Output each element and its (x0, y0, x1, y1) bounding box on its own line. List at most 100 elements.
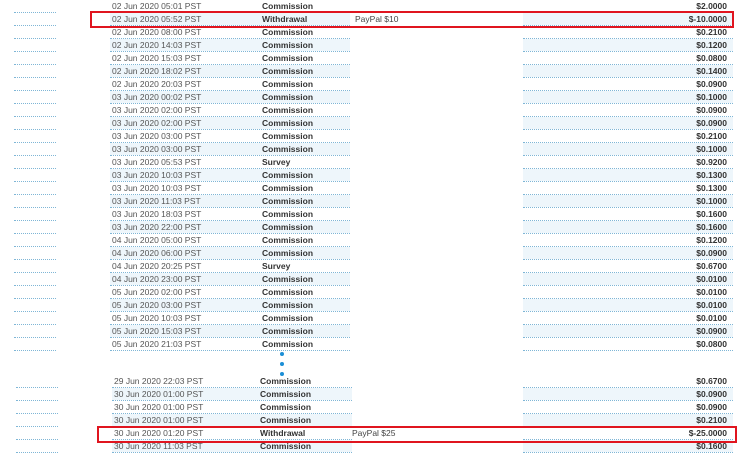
transaction-amount: $0.2100 (696, 131, 727, 141)
transaction-date: 03 Jun 2020 03:00 PST (112, 144, 202, 154)
transaction-date: 30 Jun 2020 01:00 PST (114, 402, 204, 412)
transaction-row: 03 Jun 2020 03:00 PST Commission $0.2100 (0, 130, 740, 143)
transaction-type: Commission (262, 118, 314, 128)
transaction-amount: $0.1000 (696, 92, 727, 102)
transaction-type: Commission (262, 209, 314, 219)
transaction-amount: $0.0900 (696, 105, 727, 115)
transaction-date: 04 Jun 2020 06:00 PST (112, 248, 202, 258)
transaction-type: Commission (262, 313, 314, 323)
transaction-type: Commission (262, 79, 314, 89)
transaction-date: 03 Jun 2020 10:03 PST (112, 183, 202, 193)
transaction-date: 04 Jun 2020 20:25 PST (112, 261, 202, 271)
transaction-amount: $0.0900 (696, 326, 727, 336)
transaction-row: 05 Jun 2020 10:03 PST Commission $0.0100 (0, 312, 740, 325)
transaction-amount: $0.0100 (696, 300, 727, 310)
transaction-type: Commission (262, 40, 314, 50)
transaction-type: Commission (262, 235, 314, 245)
transaction-row: 03 Jun 2020 00:02 PST Commission $0.1000 (0, 91, 740, 104)
transaction-date: 03 Jun 2020 03:00 PST (112, 131, 202, 141)
transaction-type: Commission (262, 196, 314, 206)
transaction-type: Commission (262, 53, 314, 63)
transaction-row: 03 Jun 2020 10:03 PST Commission $0.1300 (0, 182, 740, 195)
transaction-row: 04 Jun 2020 06:00 PST Commission $0.0900 (0, 247, 740, 260)
transaction-date: 03 Jun 2020 18:03 PST (112, 209, 202, 219)
transaction-date: 02 Jun 2020 20:03 PST (112, 79, 202, 89)
transaction-type: Commission (262, 287, 314, 297)
transaction-date: 02 Jun 2020 14:03 PST (112, 40, 202, 50)
transaction-amount: $0.9200 (696, 157, 727, 167)
withdrawal-highlight-bottom (97, 426, 737, 443)
transaction-row: 30 Jun 2020 01:00 PST Commission $0.0900 (0, 401, 740, 414)
transaction-date: 05 Jun 2020 21:03 PST (112, 339, 202, 349)
transaction-date: 03 Jun 2020 22:00 PST (112, 222, 202, 232)
transaction-row: 05 Jun 2020 03:00 PST Commission $0.0100 (0, 299, 740, 312)
transaction-row: 02 Jun 2020 20:03 PST Commission $0.0900 (0, 78, 740, 91)
transaction-row: 03 Jun 2020 11:03 PST Commission $0.1000 (0, 195, 740, 208)
transaction-type: Commission (262, 92, 314, 102)
transaction-type: Commission (260, 389, 312, 399)
ellipsis-dot (280, 352, 284, 356)
transaction-type: Commission (262, 326, 314, 336)
transaction-type: Commission (260, 402, 312, 412)
transaction-row: 03 Jun 2020 02:00 PST Commission $0.0900 (0, 117, 740, 130)
transaction-type: Commission (262, 300, 314, 310)
transaction-type: Commission (262, 274, 314, 284)
transaction-date: 05 Jun 2020 03:00 PST (112, 300, 202, 310)
transaction-row: 04 Jun 2020 23:00 PST Commission $0.0100 (0, 273, 740, 286)
transaction-date: 04 Jun 2020 05:00 PST (112, 235, 202, 245)
transaction-date: 03 Jun 2020 02:00 PST (112, 118, 202, 128)
transaction-amount: $0.0800 (696, 339, 727, 349)
transaction-amount: $0.0100 (696, 274, 727, 284)
transaction-type: Commission (262, 183, 314, 193)
transaction-row: 03 Jun 2020 03:00 PST Commission $0.1000 (0, 143, 740, 156)
transaction-date: 02 Jun 2020 18:02 PST (112, 66, 202, 76)
transaction-row: 29 Jun 2020 22:03 PST Commission $0.6700 (0, 375, 740, 388)
transaction-amount: $0.0900 (696, 118, 727, 128)
transaction-type: Commission (262, 170, 314, 180)
transaction-row: 30 Jun 2020 01:00 PST Commission $0.0900 (0, 388, 740, 401)
transaction-row: 03 Jun 2020 22:00 PST Commission $0.1600 (0, 221, 740, 234)
transaction-amount: $0.0900 (696, 389, 727, 399)
transaction-date: 03 Jun 2020 00:02 PST (112, 92, 202, 102)
ellipsis-dot (280, 362, 284, 366)
transaction-amount: $0.1000 (696, 196, 727, 206)
transaction-amount: $0.1000 (696, 144, 727, 154)
transaction-date: 03 Jun 2020 10:03 PST (112, 170, 202, 180)
transaction-amount: $0.6700 (696, 261, 727, 271)
transaction-amount: $0.1400 (696, 66, 727, 76)
transaction-amount: $0.6700 (696, 376, 727, 386)
transaction-row: 03 Jun 2020 10:03 PST Commission $0.1300 (0, 169, 740, 182)
transaction-row: 04 Jun 2020 20:25 PST Survey $0.6700 (0, 260, 740, 273)
transaction-row: 02 Jun 2020 14:03 PST Commission $0.1200 (0, 39, 740, 52)
transaction-amount: $0.1300 (696, 170, 727, 180)
transaction-type: Commission (262, 222, 314, 232)
transaction-date: 03 Jun 2020 11:03 PST (112, 196, 201, 206)
transaction-row: 04 Jun 2020 05:00 PST Commission $0.1200 (0, 234, 740, 247)
transaction-row: 05 Jun 2020 21:03 PST Commission $0.0800 (0, 338, 740, 351)
transaction-row: 03 Jun 2020 18:03 PST Commission $0.1600 (0, 208, 740, 221)
transaction-type: Survey (262, 261, 291, 271)
transaction-type: Survey (262, 157, 291, 167)
transaction-row: 05 Jun 2020 15:03 PST Commission $0.0900 (0, 325, 740, 338)
transaction-date: 05 Jun 2020 15:03 PST (112, 326, 202, 336)
transaction-type: Commission (262, 66, 314, 76)
transaction-amount: $0.1200 (696, 40, 727, 50)
transaction-date: 03 Jun 2020 02:00 PST (112, 105, 202, 115)
transaction-row: 05 Jun 2020 02:00 PST Commission $0.0100 (0, 286, 740, 299)
ellipsis-dot (280, 372, 284, 376)
transaction-type: Commission (262, 144, 314, 154)
transaction-amount: $0.0100 (696, 313, 727, 323)
transaction-date: 30 Jun 2020 01:00 PST (114, 389, 204, 399)
transaction-date: 03 Jun 2020 05:53 PST (112, 157, 202, 167)
transaction-row: 02 Jun 2020 18:02 PST Commission $0.1400 (0, 65, 740, 78)
transaction-type: Commission (262, 105, 314, 115)
transaction-type: Commission (262, 339, 314, 349)
transaction-date: 02 Jun 2020 15:03 PST (112, 53, 202, 63)
transaction-type: Commission (260, 376, 312, 386)
transaction-date: 04 Jun 2020 23:00 PST (112, 274, 202, 284)
transaction-amount: $0.1600 (696, 222, 727, 232)
transaction-amount: $0.1300 (696, 183, 727, 193)
transaction-type: Commission (262, 248, 314, 258)
transaction-amount: $0.1600 (696, 209, 727, 219)
transaction-row: 03 Jun 2020 05:53 PST Survey $0.9200 (0, 156, 740, 169)
